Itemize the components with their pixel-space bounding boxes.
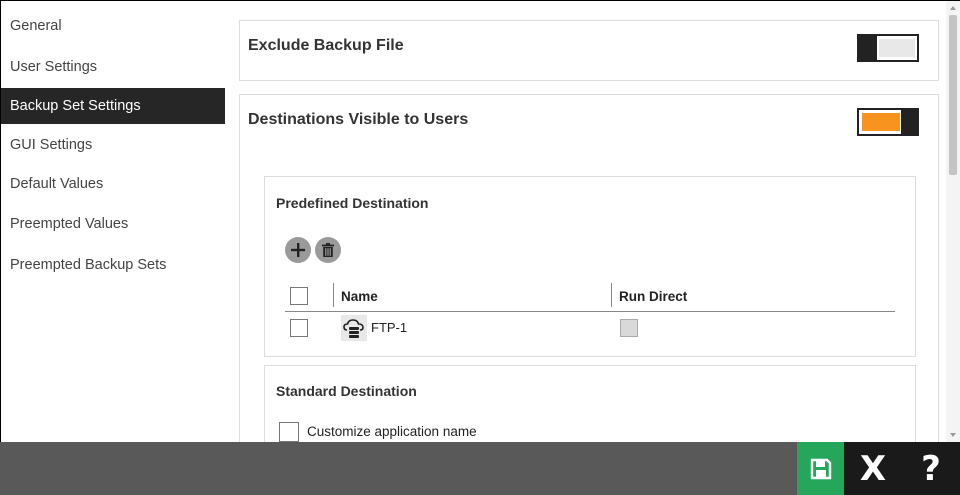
destinations-visible-panel: Destinations Visible to Users Predefined… [239, 94, 939, 442]
add-destination-button[interactable] [285, 237, 311, 263]
run-direct-checkbox [620, 319, 638, 337]
toggle-track [879, 39, 915, 57]
scroll-down-icon[interactable] [950, 433, 956, 437]
select-all-checkbox[interactable] [290, 287, 308, 305]
sidebar-item-default-values[interactable]: Default Values [1, 166, 225, 202]
column-separator [611, 283, 612, 307]
table-header-divider [285, 311, 895, 312]
customize-application-name-checkbox[interactable] [279, 422, 299, 442]
standard-destination-box: Standard Destination Customize applicati… [264, 365, 916, 442]
column-separator [333, 283, 334, 307]
sidebar-item-backup-set-settings[interactable]: Backup Set Settings [1, 88, 225, 124]
toggle-knob [859, 36, 877, 60]
column-header-name[interactable]: Name [341, 289, 378, 304]
main-content: Exclude Backup File Destinations Visible… [226, 1, 946, 442]
trash-icon [322, 243, 334, 257]
plus-icon [291, 243, 305, 257]
row-name: FTP-1 [371, 320, 408, 335]
column-header-run-direct[interactable]: Run Direct [619, 289, 687, 304]
predefined-destination-box: Predefined Destination Name Run Direct F… [264, 176, 916, 357]
exclude-backup-file-panel: Exclude Backup File [239, 20, 939, 81]
toggle-knob [901, 110, 917, 134]
sidebar-item-preempted-backup-sets[interactable]: Preempted Backup Sets [1, 247, 225, 283]
save-icon [810, 458, 831, 479]
sidebar-item-general[interactable]: General [1, 8, 225, 44]
sidebar-item-gui-settings[interactable]: GUI Settings [1, 127, 225, 163]
scroll-thumb[interactable] [949, 15, 957, 175]
toggle-fill [862, 113, 900, 131]
destinations-visible-title: Destinations Visible to Users [248, 111, 469, 128]
destinations-visible-toggle[interactable] [857, 108, 919, 136]
close-button[interactable]: X [844, 442, 902, 495]
exclude-backup-file-toggle[interactable] [857, 34, 919, 62]
sidebar-item-user-settings[interactable]: User Settings [1, 49, 225, 85]
exclude-backup-file-title: Exclude Backup File [248, 37, 404, 54]
sidebar-item-preempted-values[interactable]: Preempted Values [1, 206, 225, 242]
save-button[interactable] [797, 442, 844, 495]
help-button[interactable]: ? [902, 442, 960, 495]
vertical-scrollbar[interactable] [946, 1, 960, 442]
customize-application-name-label[interactable]: Customize application name [307, 424, 477, 439]
cloud-server-icon [341, 315, 367, 341]
row-checkbox[interactable] [290, 319, 308, 337]
sidebar: General User Settings Backup Set Setting… [1, 1, 225, 442]
standard-destination-title: Standard Destination [276, 383, 417, 399]
predefined-destination-title: Predefined Destination [276, 195, 429, 211]
delete-destination-button[interactable] [315, 237, 341, 263]
bottom-action-bar: X ? [0, 442, 960, 495]
scroll-up-icon[interactable] [950, 6, 956, 10]
